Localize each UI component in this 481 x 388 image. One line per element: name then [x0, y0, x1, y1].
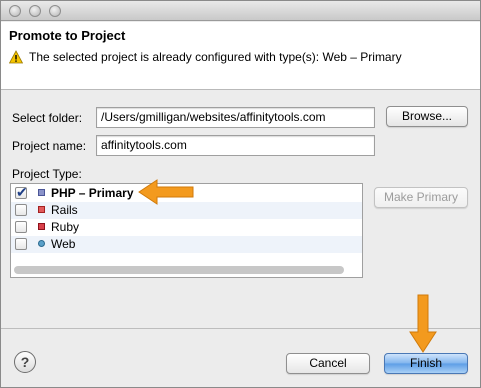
ruby-nature-icon: [38, 223, 45, 230]
php-nature-icon: [38, 189, 45, 196]
minimize-window-icon[interactable]: [29, 5, 41, 17]
warning-icon: [9, 50, 23, 64]
finish-button[interactable]: Finish: [384, 353, 468, 374]
list-item[interactable]: Web: [11, 236, 362, 253]
close-window-icon[interactable]: [9, 5, 21, 17]
project-name-input[interactable]: affinitytools.com: [96, 135, 375, 156]
web-checkbox[interactable]: [15, 238, 27, 250]
cancel-button[interactable]: Cancel: [286, 353, 370, 374]
warning-message: The selected project is already configur…: [29, 50, 402, 64]
list-item[interactable]: Ruby: [11, 219, 362, 236]
project-type-label: Project Type:: [12, 167, 82, 181]
promote-to-project-dialog: Promote to Project The selected project …: [0, 0, 481, 388]
ruby-checkbox[interactable]: [15, 221, 27, 233]
title-bar: [1, 1, 480, 21]
folder-path-input[interactable]: /Users/gmilligan/websites/affinitytools.…: [96, 107, 375, 128]
select-folder-label: Select folder:: [12, 111, 83, 125]
horizontal-scrollbar[interactable]: [14, 266, 344, 274]
list-item-label: Web: [51, 237, 76, 251]
rails-checkbox[interactable]: [15, 204, 27, 216]
help-button[interactable]: ?: [14, 351, 36, 373]
annotation-arrow-down-icon: [409, 294, 437, 353]
list-item-label: Ruby: [51, 220, 80, 234]
rails-nature-icon: [38, 206, 45, 213]
annotation-arrow-left-icon: [138, 179, 194, 205]
dialog-header: Promote to Project The selected project …: [1, 22, 480, 90]
zoom-window-icon[interactable]: [49, 5, 61, 17]
browse-button[interactable]: Browse...: [386, 106, 468, 127]
web-nature-icon: [38, 240, 45, 247]
dialog-title: Promote to Project: [9, 28, 126, 43]
list-item-label: PHP – Primary: [51, 186, 134, 200]
checkmark-icon: ✔: [16, 184, 28, 200]
php-checkbox[interactable]: ✔: [15, 184, 28, 200]
list-item-label: Rails: [51, 203, 78, 217]
make-primary-button[interactable]: Make Primary: [374, 187, 468, 208]
project-name-label: Project name:: [12, 139, 87, 153]
